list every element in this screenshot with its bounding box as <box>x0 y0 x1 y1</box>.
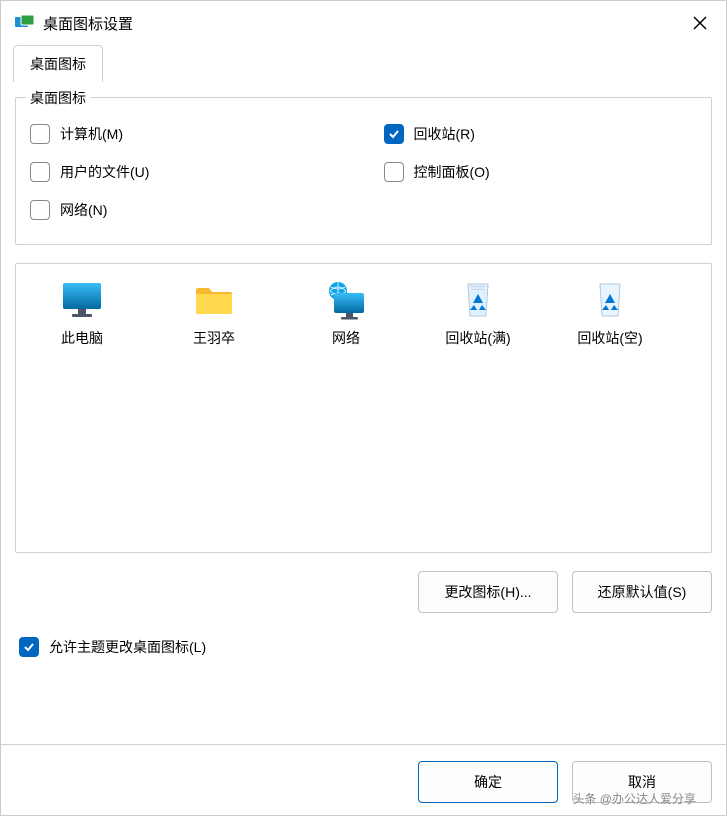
recycle-bin-empty-icon <box>588 280 632 320</box>
monitor-icon <box>60 280 104 320</box>
icon-user-folder[interactable]: 王羽卒 <box>160 276 268 352</box>
ok-button[interactable]: 确定 <box>418 761 558 803</box>
checkbox-computer[interactable]: 计算机(M) <box>30 124 344 144</box>
icon-this-pc[interactable]: 此电脑 <box>28 276 136 352</box>
checkbox-icon <box>30 124 50 144</box>
icon-preview-list: 此电脑 王羽卒 <box>15 263 712 553</box>
checkbox-label: 控制面板(O) <box>414 162 490 182</box>
checkbox-control-panel[interactable]: 控制面板(O) <box>384 162 698 182</box>
checkbox-label: 计算机(M) <box>60 124 123 144</box>
icon-label: 王羽卒 <box>193 328 235 348</box>
icon-recycle-bin-full[interactable]: 回收站(满) <box>424 276 532 352</box>
network-monitor-icon <box>324 280 368 320</box>
icon-network[interactable]: 网络 <box>292 276 400 352</box>
checkbox-label: 网络(N) <box>60 200 107 220</box>
tab-desktop-icons[interactable]: 桌面图标 <box>13 45 103 82</box>
checkbox-user-files[interactable]: 用户的文件(U) <box>30 162 344 182</box>
checkbox-icon <box>384 124 404 144</box>
icon-label: 回收站(满) <box>445 328 510 348</box>
checkbox-icon <box>30 162 50 182</box>
window-title: 桌面图标设置 <box>43 13 688 34</box>
checkbox-icon <box>30 200 50 220</box>
checkbox-recycle-bin[interactable]: 回收站(R) <box>384 124 698 144</box>
checkbox-icon <box>19 637 39 657</box>
icon-label: 回收站(空) <box>577 328 642 348</box>
icon-recycle-bin-empty[interactable]: 回收站(空) <box>556 276 664 352</box>
checkbox-label: 用户的文件(U) <box>60 162 149 182</box>
icon-label: 此电脑 <box>61 328 103 348</box>
checkbox-network[interactable]: 网络(N) <box>30 200 344 220</box>
icon-label: 网络 <box>332 328 360 348</box>
close-icon <box>693 16 707 30</box>
restore-default-button[interactable]: 还原默认值(S) <box>572 571 712 613</box>
group-legend: 桌面图标 <box>26 88 90 108</box>
recycle-bin-full-icon <box>456 280 500 320</box>
checkbox-label: 允许主题更改桌面图标(L) <box>49 637 206 657</box>
app-icon <box>15 15 35 31</box>
checkbox-label: 回收站(R) <box>414 124 475 144</box>
checkbox-icon <box>384 162 404 182</box>
checkbox-allow-themes[interactable]: 允许主题更改桌面图标(L) <box>19 637 712 657</box>
dialog-footer: 确定 取消 <box>1 744 726 803</box>
folder-icon <box>192 280 236 320</box>
change-icon-button[interactable]: 更改图标(H)... <box>418 571 558 613</box>
cancel-button[interactable]: 取消 <box>572 761 712 803</box>
desktop-icons-group: 桌面图标 计算机(M) 回收站(R) <box>15 97 712 245</box>
tab-bar: 桌面图标 <box>1 45 726 83</box>
titlebar: 桌面图标设置 <box>1 1 726 45</box>
close-button[interactable] <box>688 11 712 35</box>
